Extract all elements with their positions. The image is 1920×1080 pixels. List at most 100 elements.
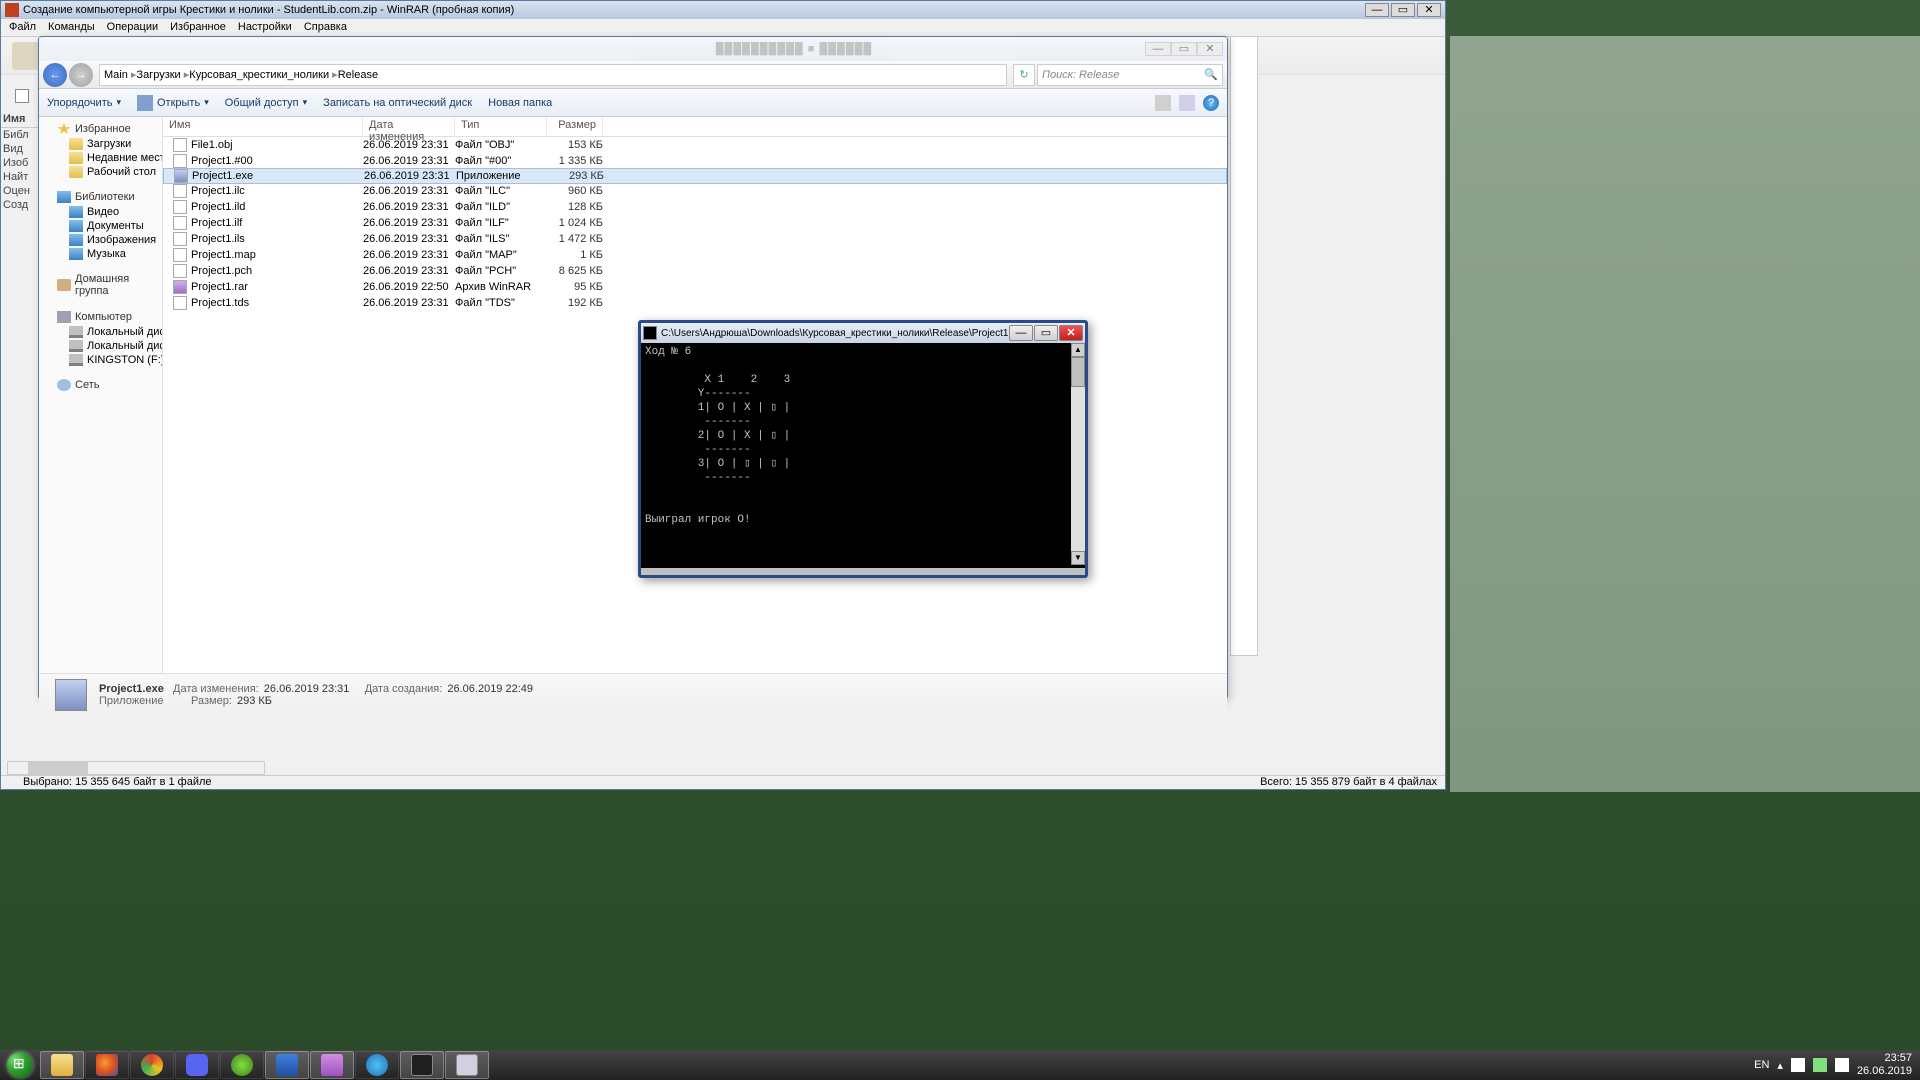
taskbar-winrar[interactable] (310, 1051, 354, 1079)
file-size: 293 КБ (548, 170, 604, 182)
taskbar-app[interactable] (445, 1051, 489, 1079)
tray-network-icon[interactable] (1813, 1058, 1827, 1072)
menu-favorites[interactable]: Избранное (170, 21, 226, 34)
taskbar-ie[interactable] (355, 1051, 399, 1079)
taskbar-console[interactable] (400, 1051, 444, 1079)
taskbar-word[interactable] (265, 1051, 309, 1079)
menu-settings[interactable]: Настройки (238, 21, 292, 34)
system-tray: EN ▴ 23:57 26.06.2019 (1746, 1052, 1920, 1078)
lang-indicator[interactable]: EN (1754, 1059, 1769, 1071)
taskbar-torrent[interactable] (220, 1051, 264, 1079)
explorer-max-button[interactable]: ▭ (1171, 42, 1197, 56)
file-row[interactable]: Project1.ilf26.06.2019 23:31Файл "ILF"1 … (163, 215, 1227, 231)
tree-item-drive-c[interactable]: Локальный диск (C (39, 325, 162, 339)
col-date[interactable]: Дата изменения (363, 117, 455, 136)
refresh-button[interactable]: ↻ (1013, 64, 1035, 86)
console-min-button[interactable]: — (1009, 325, 1033, 341)
col-name[interactable]: Имя (163, 117, 363, 136)
menu-file[interactable]: Файл (9, 21, 36, 34)
open-button[interactable]: Открыть (137, 95, 209, 111)
col-type[interactable]: Тип (455, 117, 547, 136)
console-max-button[interactable]: ▭ (1034, 325, 1058, 341)
file-icon (173, 264, 187, 278)
file-date: 26.06.2019 23:31 (364, 170, 456, 182)
winrar-close-button[interactable]: ✕ (1417, 3, 1441, 17)
taskbar-firefox[interactable] (85, 1051, 129, 1079)
file-row[interactable]: Project1.ild26.06.2019 23:31Файл "ILD"12… (163, 199, 1227, 215)
taskbar-clock[interactable]: 23:57 26.06.2019 (1857, 1052, 1912, 1078)
tray-chevron-icon[interactable]: ▴ (1777, 1059, 1783, 1072)
menu-operations[interactable]: Операции (107, 21, 158, 34)
explorer-min-button[interactable]: — (1145, 42, 1171, 56)
tree-item-desktop[interactable]: Рабочий стол (39, 165, 162, 179)
console-titlebar[interactable]: C:\Users\Андрюша\Downloads\Курсовая_крес… (641, 323, 1085, 343)
breadcrumb-item[interactable]: Загрузки (136, 68, 189, 81)
breadcrumb-item[interactable]: Main (104, 68, 136, 81)
tray-volume-icon[interactable] (1835, 1058, 1849, 1072)
burn-button[interactable]: Записать на оптический диск (323, 97, 472, 109)
nav-forward-button[interactable]: → (69, 63, 93, 87)
tree-homegroup[interactable]: Домашняя группа (39, 271, 162, 299)
file-date: 26.06.2019 23:31 (363, 201, 455, 213)
background-strip (1230, 36, 1258, 656)
winrar-min-button[interactable]: — (1365, 3, 1389, 17)
breadcrumb-item[interactable]: Курсовая_крестики_нолики (189, 68, 337, 81)
file-row[interactable]: Project1.ils26.06.2019 23:31Файл "ILS"1 … (163, 231, 1227, 247)
winrar-hscrollbar[interactable] (7, 761, 265, 775)
scroll-down-icon[interactable]: ▼ (1071, 551, 1085, 565)
help-icon[interactable]: ? (1203, 95, 1219, 111)
file-row[interactable]: Project1.exe26.06.2019 23:31Приложение29… (163, 168, 1227, 184)
tree-network[interactable]: Сеть (39, 377, 162, 393)
winrar-max-button[interactable]: ▭ (1391, 3, 1415, 17)
file-row[interactable]: Project1.map26.06.2019 23:31Файл "MAP"1 … (163, 247, 1227, 263)
explorer-close-button[interactable]: ✕ (1197, 42, 1223, 56)
console-close-button[interactable]: ✕ (1059, 325, 1083, 341)
taskbar-chrome[interactable] (130, 1051, 174, 1079)
file-row[interactable]: Project1.tds26.06.2019 23:31Файл "TDS"19… (163, 295, 1227, 311)
taskbar-explorer[interactable] (40, 1051, 84, 1079)
scroll-thumb[interactable] (1071, 357, 1085, 387)
tree-item-drive-d[interactable]: Локальный диск (D (39, 339, 162, 353)
file-row[interactable]: Project1.pch26.06.2019 23:31Файл "PCH"8 … (163, 263, 1227, 279)
tree-item-music[interactable]: Музыка (39, 247, 162, 261)
winrar-titlebar[interactable]: Создание компьютерной игры Крестики и но… (1, 1, 1445, 19)
file-date: 26.06.2019 23:31 (363, 297, 455, 309)
file-row[interactable]: Project1.#0026.06.2019 23:31Файл "#00"1 … (163, 153, 1227, 169)
col-header-name[interactable]: Имя (1, 111, 39, 128)
tray-flag-icon[interactable] (1791, 1058, 1805, 1072)
tree-item-recent[interactable]: Недавние места (39, 151, 162, 165)
newfolder-button[interactable]: Новая папка (488, 97, 552, 109)
preview-icon[interactable] (1179, 95, 1195, 111)
breadcrumb-item[interactable]: Release (338, 69, 378, 81)
file-icon (174, 169, 188, 183)
start-button[interactable] (0, 1050, 40, 1080)
explorer-titlebar-blur[interactable]: ██████████ ■ ██████ — ▭ ✕ (39, 37, 1227, 61)
tree-item-downloads[interactable]: Загрузки (39, 137, 162, 151)
library-icon (69, 220, 83, 232)
breadcrumb[interactable]: Main Загрузки Курсовая_крестики_нолики R… (99, 64, 1007, 86)
organize-button[interactable]: Упорядочить (47, 97, 121, 109)
share-button[interactable]: Общий доступ (225, 97, 307, 109)
file-row[interactable]: Project1.rar26.06.2019 22:50Архив WinRAR… (163, 279, 1227, 295)
tree-item-docs[interactable]: Документы (39, 219, 162, 233)
tree-favorites[interactable]: Избранное (39, 121, 162, 137)
library-icon (69, 234, 83, 246)
menu-help[interactable]: Справка (304, 21, 347, 34)
file-row[interactable]: Project1.ilc26.06.2019 23:31Файл "ILC"96… (163, 183, 1227, 199)
col-size[interactable]: Размер (547, 117, 603, 136)
console-scrollbar[interactable]: ▲ ▼ (1071, 343, 1085, 565)
file-row[interactable]: File1.obj26.06.2019 23:31Файл "OBJ"153 К… (163, 137, 1227, 153)
tree-item-drive-f[interactable]: KINGSTON (F:) (39, 353, 162, 367)
search-input[interactable]: Поиск: Release (1037, 64, 1223, 86)
tree-item-video[interactable]: Видео (39, 205, 162, 219)
tree-item-images[interactable]: Изображения (39, 233, 162, 247)
tree-libraries[interactable]: Библиотеки (39, 189, 162, 205)
menu-commands[interactable]: Команды (48, 21, 95, 34)
taskbar-discord[interactable] (175, 1051, 219, 1079)
view-icon[interactable] (1155, 95, 1171, 111)
explorer-icon (51, 1054, 73, 1076)
nav-back-button[interactable]: ← (43, 63, 67, 87)
scroll-up-icon[interactable]: ▲ (1071, 343, 1085, 357)
file-date: 26.06.2019 23:31 (363, 265, 455, 277)
tree-computer[interactable]: Компьютер (39, 309, 162, 325)
